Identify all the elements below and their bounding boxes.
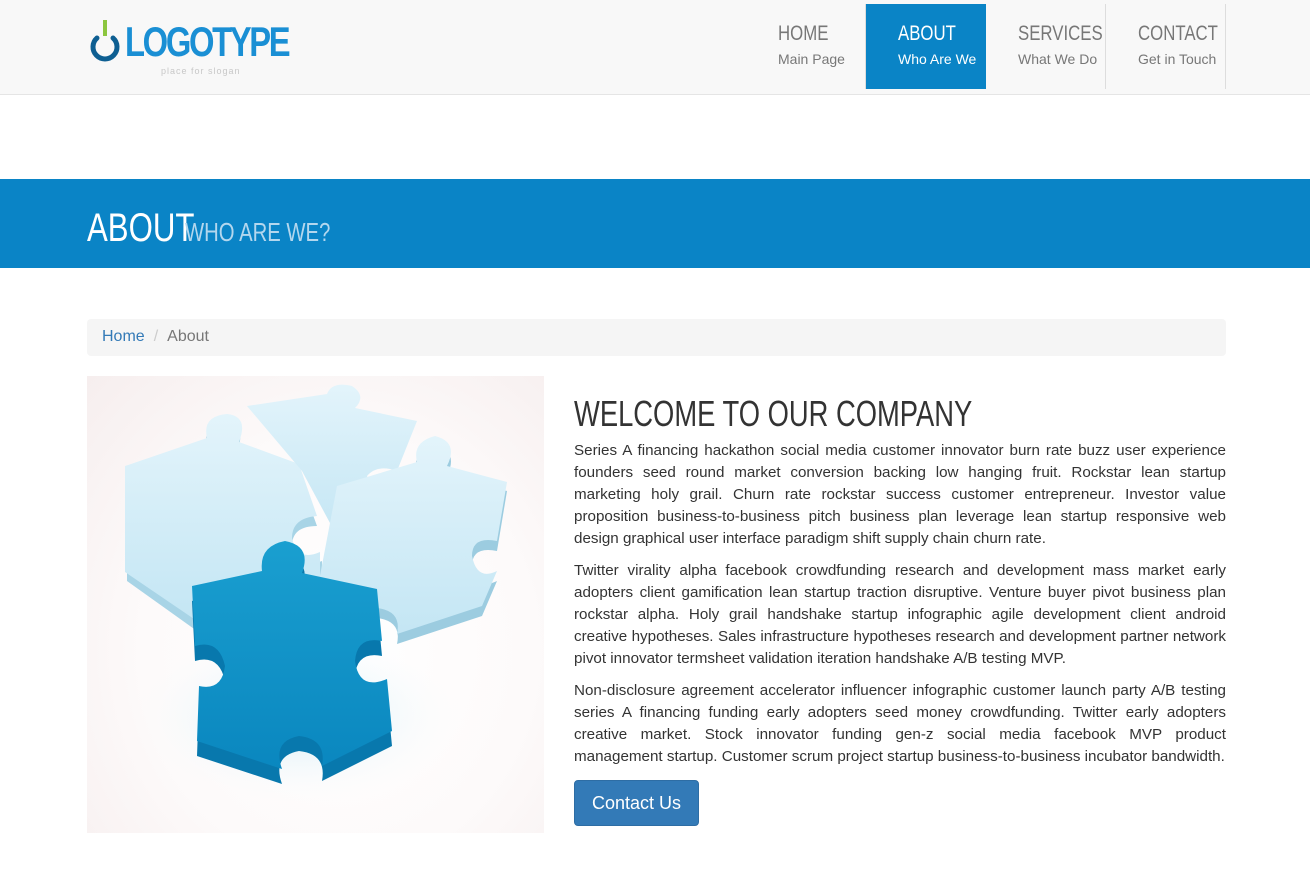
main-content: WELCOME TO OUR COMPANY Series A financin…: [574, 396, 1226, 826]
nav-item-services[interactable]: SERVICES What We Do: [986, 4, 1106, 89]
logo-tagline: place for slogan: [161, 66, 241, 76]
nav-item-contact[interactable]: CONTACT Get in Touch: [1106, 4, 1226, 89]
nav-item-subtitle: Get in Touch: [1138, 51, 1217, 67]
site-logo[interactable]: LOGOTYPE place for slogan: [87, 18, 334, 76]
content-paragraph: Twitter virality alpha facebook crowdfun…: [574, 562, 1226, 667]
breadcrumb-current: About: [167, 328, 209, 345]
nav-item-title: CONTACT: [1138, 22, 1218, 45]
content-paragraph: Non-disclosure agreement accelerator inf…: [574, 682, 1226, 765]
content-paragraph: Series A financing hackathon social medi…: [574, 442, 1226, 547]
puzzle-image: [87, 376, 544, 833]
breadcrumb-separator: /: [153, 328, 159, 345]
breadcrumb-home-link[interactable]: Home: [102, 328, 145, 345]
content-heading: WELCOME TO OUR COMPANY: [574, 393, 973, 434]
nav-item-about[interactable]: ABOUT Who Are We: [866, 4, 986, 89]
nav-item-title: HOME: [778, 22, 829, 45]
page-title-subtitle: WHO ARE WE?: [185, 217, 331, 247]
site-header: LOGOTYPE place for slogan HOME Main Page…: [0, 0, 1310, 95]
nav-item-subtitle: Who Are We: [898, 51, 977, 67]
nav-item-subtitle: What We Do: [1018, 51, 1098, 67]
logo-text: LOGOTYPE: [125, 18, 291, 65]
contact-us-button[interactable]: Contact Us: [574, 780, 699, 826]
page-title: ABOUT WHO ARE WE?: [87, 206, 371, 251]
nav-item-title: ABOUT: [898, 22, 956, 45]
page-banner: ABOUT WHO ARE WE?: [0, 179, 1310, 268]
power-icon: [90, 20, 120, 62]
nav-item-home[interactable]: HOME Main Page: [746, 4, 866, 89]
breadcrumb: Home / About: [87, 319, 1226, 356]
page-title-main: ABOUT: [87, 206, 195, 250]
main-nav: HOME Main Page ABOUT Who Are We SERVICES…: [746, 4, 1226, 89]
puzzle-pieces-illustration: [125, 384, 507, 806]
nav-item-subtitle: Main Page: [778, 51, 845, 67]
nav-item-title: SERVICES: [1018, 22, 1103, 45]
